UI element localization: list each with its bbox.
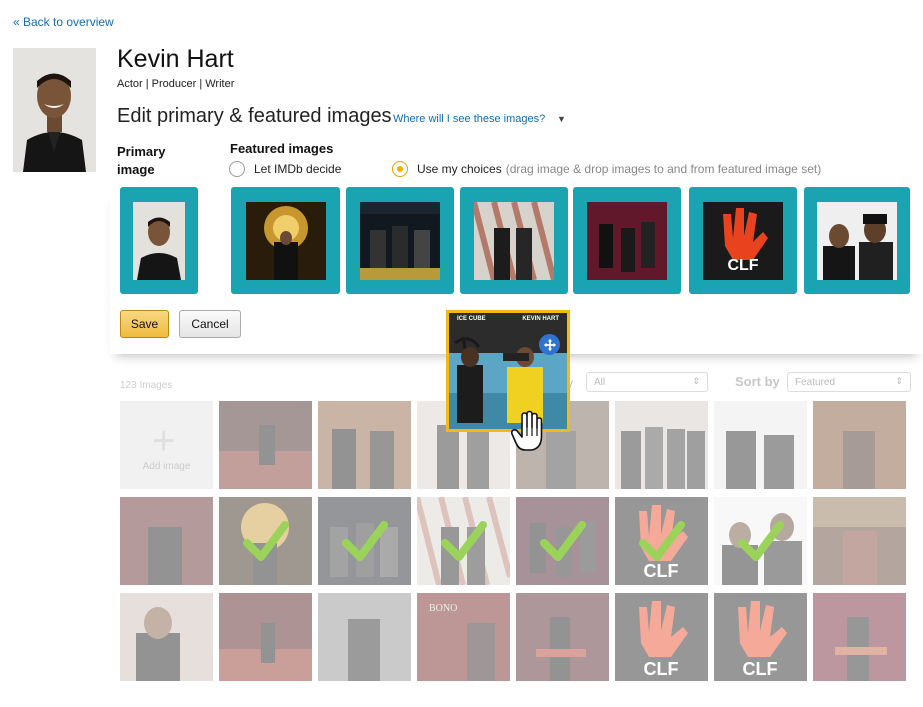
where-images-help-link[interactable]: Where will I see these images?: [393, 113, 545, 125]
radio-use-my-choices[interactable]: Use my choices (drag image & drop images…: [392, 161, 821, 177]
gallery-image[interactable]: [219, 593, 312, 681]
select-arrows-icon: ⇕: [692, 376, 700, 386]
featured-image-slot[interactable]: [231, 187, 340, 294]
featured-thumbnail: [587, 201, 667, 280]
image-fade-overlay: [813, 593, 906, 681]
image-fade-overlay: [813, 497, 906, 585]
radio-button-selected-icon[interactable]: [392, 161, 408, 177]
gallery-image[interactable]: [516, 593, 609, 681]
sort-select[interactable]: Featured ⇕: [787, 372, 911, 392]
image-fade-overlay: [714, 593, 807, 681]
gallery-image[interactable]: [813, 401, 906, 489]
gallery-image-featured[interactable]: [516, 497, 609, 585]
featured-image-slot[interactable]: CLF: [689, 187, 797, 294]
image-fade-overlay: [813, 401, 906, 489]
radio-button-icon[interactable]: [229, 161, 245, 177]
checkmark-icon: [639, 521, 685, 561]
gallery-image-featured[interactable]: [417, 497, 510, 585]
profile-photo: [13, 48, 96, 172]
featured-thumbnail: [817, 201, 897, 280]
person-roles: Actor | Producer | Writer: [117, 78, 235, 90]
svg-text:CLF: CLF: [727, 257, 758, 274]
gallery-image-featured[interactable]: CLF: [615, 497, 708, 585]
primary-image-thumbnail: [133, 201, 185, 280]
add-image-tile[interactable]: + Add image: [120, 401, 213, 489]
gallery-image-featured[interactable]: [714, 497, 807, 585]
gallery-image-featured[interactable]: [219, 497, 312, 585]
featured-images-label: Featured images: [230, 141, 334, 156]
sort-select-value: Featured: [795, 377, 836, 388]
image-fade-overlay: [318, 593, 411, 681]
primary-image-slot[interactable]: [120, 187, 198, 294]
gallery-image[interactable]: [219, 401, 312, 489]
featured-image-slot[interactable]: [460, 187, 568, 294]
radio-let-imdb-decide[interactable]: Let IMDb decide: [229, 161, 341, 177]
add-image-label: Add image: [142, 461, 191, 472]
person-name: Kevin Hart: [117, 45, 234, 73]
image-fade-overlay: [120, 593, 213, 681]
radio-label: Let IMDb decide: [254, 162, 342, 176]
caret-down-icon[interactable]: ▼: [557, 114, 566, 124]
gallery-image[interactable]: [813, 593, 906, 681]
featured-image-slot[interactable]: [346, 187, 454, 294]
image-fade-overlay: [318, 401, 411, 489]
edit-images-heading: Edit primary & featured images: [117, 105, 392, 127]
sort-by-label: Sort by: [735, 374, 780, 389]
gallery-image[interactable]: [615, 401, 708, 489]
poster-text-right: KEVIN HART: [522, 316, 559, 322]
checkmark-icon: [738, 521, 784, 561]
cancel-button[interactable]: Cancel: [179, 310, 241, 338]
filter-select[interactable]: All ⇕: [586, 372, 708, 392]
gallery-image[interactable]: [318, 401, 411, 489]
image-fade-overlay: [219, 401, 312, 489]
featured-thumbnail: [474, 201, 554, 280]
save-button[interactable]: Save: [120, 310, 169, 338]
filter-select-value: All: [594, 377, 606, 388]
checkmark-icon: [441, 521, 487, 561]
select-arrows-icon: ⇕: [895, 376, 903, 386]
poster-text-left: ICE CUBE: [457, 316, 486, 322]
gallery-image[interactable]: BONO: [417, 593, 510, 681]
checkmark-icon: [243, 521, 289, 561]
checkmark-icon: [342, 521, 388, 561]
move-arrows-icon: [539, 334, 560, 355]
gallery-image[interactable]: [120, 593, 213, 681]
featured-image-slot[interactable]: [804, 187, 910, 294]
featured-thumbnail: [245, 201, 326, 280]
back-to-overview-link[interactable]: « Back to overview: [13, 15, 114, 29]
gallery-image[interactable]: CLF: [615, 593, 708, 681]
image-fade-overlay: [120, 497, 213, 585]
image-fade-overlay: [417, 593, 510, 681]
image-fade-overlay: [219, 593, 312, 681]
radio-hint: (drag image & drop images to and from fe…: [505, 162, 822, 176]
image-count: 123 Images: [120, 380, 173, 391]
image-fade-overlay: [516, 593, 609, 681]
checkmark-icon: [540, 521, 586, 561]
featured-thumbnail: [360, 201, 440, 280]
radio-label: Use my choices: [417, 162, 502, 176]
hand-cursor-icon: [510, 410, 543, 451]
gallery-image[interactable]: [120, 497, 213, 585]
featured-thumbnail: CLF: [703, 201, 783, 280]
featured-image-slot[interactable]: [573, 187, 681, 294]
plus-icon: +: [152, 419, 176, 463]
gallery-image[interactable]: [813, 497, 906, 585]
gallery-image[interactable]: [714, 401, 807, 489]
gallery-image[interactable]: CLF: [714, 593, 807, 681]
primary-image-label: Primary image: [117, 144, 166, 177]
gallery-image[interactable]: [318, 593, 411, 681]
gallery-image-featured[interactable]: [318, 497, 411, 585]
dragged-image-card[interactable]: ICE CUBE KEVIN HART: [446, 310, 570, 432]
image-fade-overlay: [714, 401, 807, 489]
image-fade-overlay: [615, 401, 708, 489]
image-fade-overlay: [615, 593, 708, 681]
